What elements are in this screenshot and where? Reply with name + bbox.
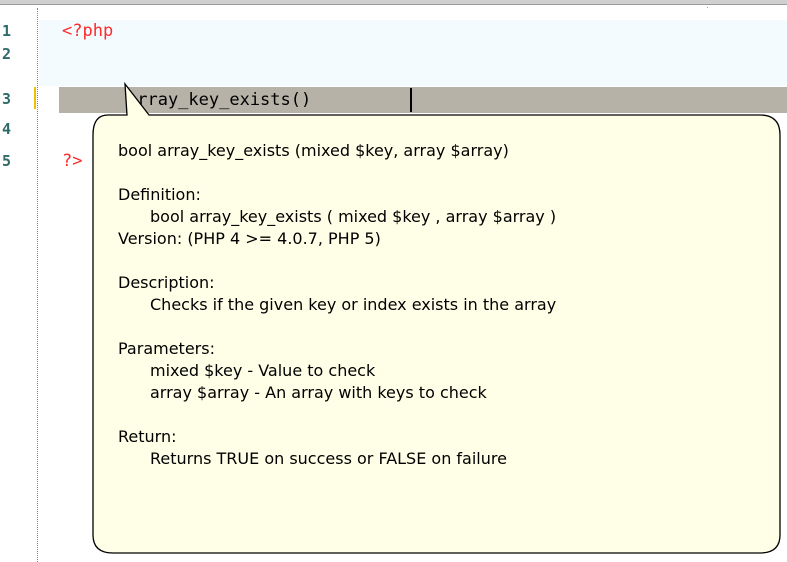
text-cursor [410,88,412,112]
window-top-border [0,0,787,5]
code-line-5[interactable]: ?> [62,150,82,172]
line-number-4: 4 [2,120,12,138]
modified-line-marker [34,87,36,109]
line-number-3: 3 [2,90,12,108]
editor-highlight-band [39,20,787,86]
line-number-2: 2 [2,45,12,63]
line-number-1: 1 [2,22,12,40]
line-number-5: 5 [2,152,12,170]
code-line-1[interactable]: <?php [62,20,113,42]
code-line-3[interactable]: array_key_exists() [127,89,311,111]
